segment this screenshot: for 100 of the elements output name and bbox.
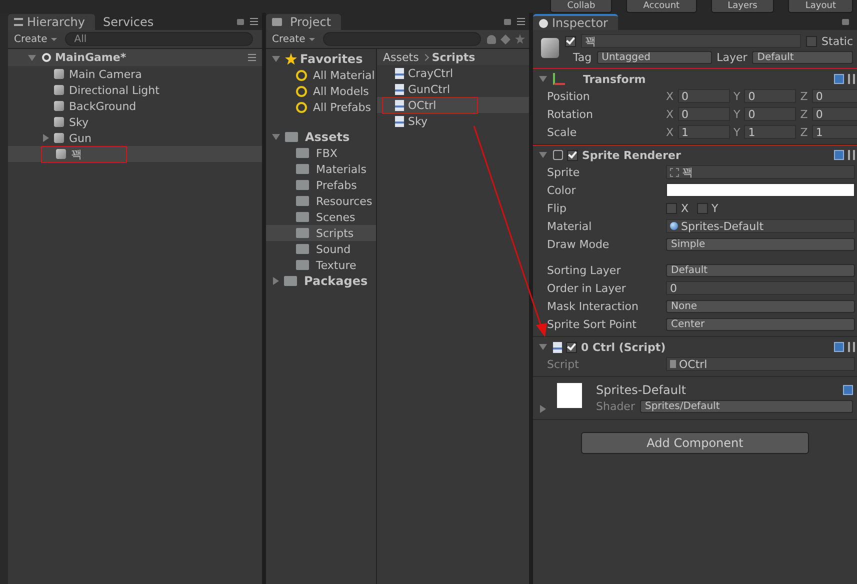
tree-item[interactable]: Texture bbox=[266, 257, 376, 273]
number-field[interactable]: 0 bbox=[812, 89, 857, 103]
breadcrumb-item[interactable]: Scripts bbox=[432, 50, 476, 64]
tag-icon[interactable] bbox=[500, 34, 510, 44]
property-label: Sprite bbox=[547, 166, 581, 178]
search-icon bbox=[296, 70, 307, 80]
help-icon[interactable] bbox=[834, 342, 844, 352]
dropdown[interactable]: Simple bbox=[666, 238, 855, 250]
panel-tab[interactable]: Project bbox=[266, 14, 342, 30]
tag-dropdown[interactable]: Untagged bbox=[596, 51, 712, 64]
tree-item[interactable]: All Prefabs bbox=[266, 99, 376, 115]
dropdown[interactable]: None bbox=[666, 300, 855, 312]
dropdown[interactable]: Default bbox=[666, 264, 855, 276]
material-preview bbox=[557, 383, 582, 408]
checkbox[interactable] bbox=[566, 342, 577, 352]
folder-icon bbox=[296, 180, 309, 190]
file-item[interactable]: GunCtrl bbox=[383, 82, 477, 96]
help-icon[interactable] bbox=[843, 385, 853, 395]
panel-tab[interactable]: Inspector bbox=[533, 14, 618, 30]
number-field[interactable]: 1 bbox=[678, 125, 730, 139]
axis-label: Z bbox=[800, 90, 808, 102]
panel-tab[interactable]: Hierarchy bbox=[8, 14, 96, 30]
tree-item[interactable]: FBX bbox=[266, 145, 376, 161]
number-field[interactable]: 0 bbox=[678, 107, 730, 121]
name-field[interactable]: 꽥 bbox=[581, 34, 801, 48]
document-icon bbox=[670, 360, 676, 368]
property-label: Order in Layer bbox=[547, 282, 627, 294]
number-field[interactable]: 1 bbox=[744, 125, 796, 139]
folder-icon bbox=[285, 132, 298, 142]
material-name: Sprites-Default bbox=[596, 383, 686, 397]
search-icon bbox=[296, 86, 307, 96]
number-field[interactable]: 0 bbox=[744, 107, 796, 121]
breadcrumb-item[interactable]: Assets bbox=[383, 50, 419, 64]
create-dropdown[interactable]: Create bbox=[12, 34, 60, 44]
checkbox[interactable] bbox=[565, 36, 576, 46]
property-label: Draw Mode bbox=[547, 238, 610, 250]
checkbox-label: X bbox=[681, 202, 689, 214]
sphere-icon bbox=[670, 222, 678, 230]
number-field[interactable]: 1 bbox=[812, 125, 857, 139]
component-title: Transform bbox=[583, 72, 646, 86]
tree-item[interactable]: Materials bbox=[266, 161, 376, 177]
tree-item[interactable]: Prefabs bbox=[266, 177, 376, 193]
star-icon[interactable] bbox=[515, 34, 525, 44]
property-label: Position bbox=[547, 90, 591, 102]
hierarchy-item[interactable]: Main Camera bbox=[54, 66, 146, 82]
help-icon[interactable] bbox=[834, 150, 844, 160]
number-field[interactable]: 0 bbox=[678, 89, 730, 103]
checkbox[interactable] bbox=[567, 150, 578, 160]
checkbox[interactable] bbox=[806, 36, 817, 46]
panel-tab[interactable]: Services bbox=[97, 14, 164, 30]
lock-icon bbox=[504, 19, 511, 25]
expanded-arrow-icon[interactable] bbox=[539, 344, 547, 350]
add-component-button[interactable]: Add Component bbox=[581, 432, 809, 454]
object-field: OCtrl bbox=[666, 357, 855, 371]
toolbar-button[interactable]: Layout bbox=[788, 0, 853, 13]
expanded-arrow-icon[interactable] bbox=[539, 152, 547, 158]
tree-item[interactable]: Scripts bbox=[266, 225, 376, 241]
component-title: 0 Ctrl (Script) bbox=[581, 340, 666, 354]
hierarchy-item[interactable]: Sky bbox=[54, 114, 92, 130]
number-field[interactable]: 0 bbox=[812, 107, 857, 121]
axis-label: X bbox=[666, 126, 674, 138]
collapsed-arrow-icon[interactable] bbox=[540, 405, 546, 413]
color-field[interactable] bbox=[666, 183, 855, 197]
script-file-icon bbox=[395, 116, 404, 126]
settings-icon[interactable] bbox=[848, 342, 855, 352]
hierarchy-item[interactable]: BackGround bbox=[54, 98, 140, 114]
layer-dropdown[interactable]: Default bbox=[752, 51, 853, 64]
expanded-arrow-icon[interactable] bbox=[28, 54, 36, 60]
expanded-arrow-icon[interactable] bbox=[539, 76, 547, 82]
tree-item[interactable]: Scenes bbox=[266, 209, 376, 225]
file-item[interactable]: CrayCtrl bbox=[383, 66, 477, 80]
property-label: Color bbox=[547, 184, 577, 196]
search-field[interactable]: All bbox=[65, 32, 254, 46]
component-title: Sprite Renderer bbox=[582, 148, 681, 162]
expanded-arrow-icon[interactable] bbox=[272, 56, 280, 62]
hierarchy-item[interactable]: Directional Light bbox=[54, 82, 164, 98]
tree-item[interactable]: All Models bbox=[266, 83, 376, 99]
settings-icon[interactable] bbox=[848, 150, 855, 160]
tree-item[interactable]: Sound bbox=[266, 241, 376, 257]
object-field[interactable]: 꽥 bbox=[666, 165, 855, 179]
shader-dropdown[interactable]: Sprites/Default bbox=[640, 400, 853, 413]
object-field[interactable]: Sprites-Default bbox=[666, 219, 855, 233]
axis-label: Z bbox=[800, 126, 808, 138]
dropdown[interactable]: Center bbox=[666, 318, 855, 330]
checkbox[interactable] bbox=[696, 202, 708, 214]
help-icon[interactable] bbox=[834, 74, 844, 84]
create-dropdown[interactable]: Create bbox=[270, 34, 318, 44]
toolbar-button[interactable]: Account bbox=[626, 0, 697, 13]
file-item[interactable]: Sky bbox=[383, 114, 477, 128]
hierarchy-item[interactable]: Gun bbox=[54, 130, 96, 146]
checkbox[interactable] bbox=[666, 202, 677, 214]
tree-item[interactable]: All Material bbox=[266, 67, 376, 83]
toolbar-button[interactable]: Collab bbox=[550, 0, 612, 13]
number-field[interactable]: 0 bbox=[666, 281, 855, 295]
lock-icon bbox=[237, 19, 244, 25]
tree-item[interactable]: Resources bbox=[266, 193, 376, 209]
property-label: Mask Interaction bbox=[547, 300, 640, 312]
number-field[interactable]: 0 bbox=[744, 89, 796, 103]
settings-icon[interactable] bbox=[848, 74, 855, 84]
toolbar-button[interactable]: Layers bbox=[710, 0, 774, 13]
